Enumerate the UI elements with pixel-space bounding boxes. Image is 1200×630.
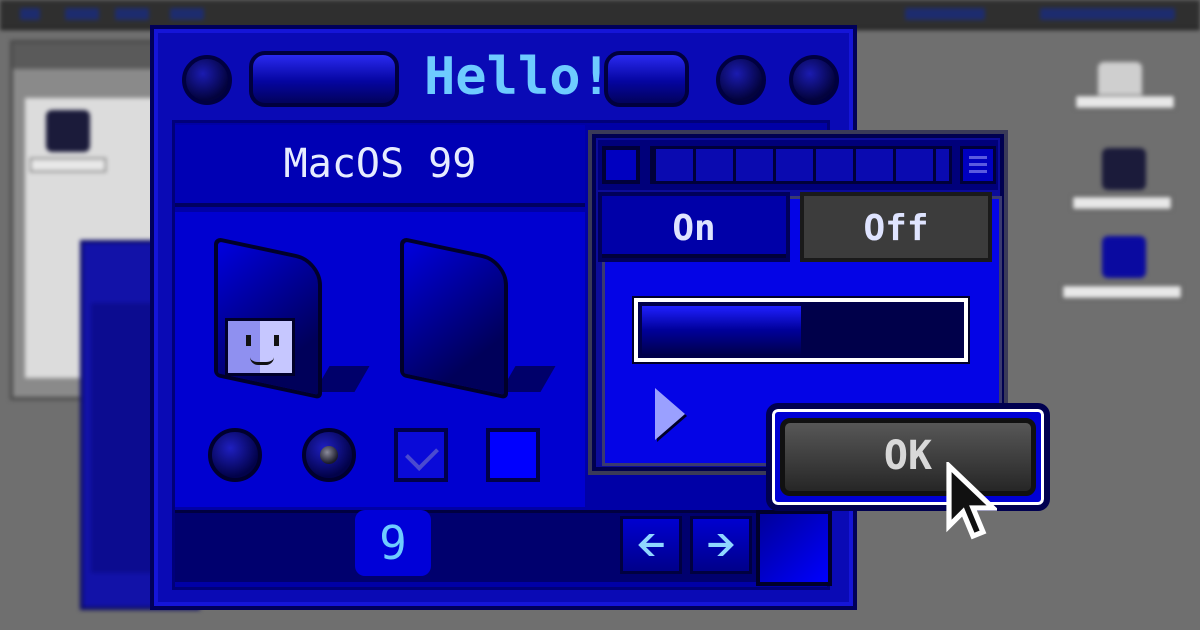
resize-grow-box[interactable] — [756, 510, 832, 586]
window-bottom-bar — [175, 510, 775, 582]
menu-item[interactable] — [170, 8, 204, 20]
titlebar-pill-right — [604, 51, 689, 107]
radio-button-selected[interactable] — [302, 428, 356, 482]
desktop-icon[interactable] — [46, 110, 90, 152]
apple-menu-icon[interactable] — [20, 8, 40, 20]
radio-button-unselected[interactable] — [208, 428, 262, 482]
checkbox-checked[interactable] — [394, 428, 448, 482]
close-box-icon[interactable] — [602, 146, 640, 184]
folder-icon[interactable] — [1102, 236, 1146, 278]
finder-eye — [274, 335, 279, 346]
progress-bar-fill — [642, 306, 801, 354]
finder-face-icon — [225, 318, 295, 376]
radio-dot-icon — [320, 446, 338, 464]
toggle-on-button[interactable]: On — [598, 192, 790, 262]
checkbox-unchecked[interactable] — [486, 428, 540, 482]
window-title: Hello! — [424, 47, 612, 107]
close-box-icon[interactable] — [182, 55, 232, 105]
desktop-icon-label — [1072, 196, 1172, 210]
right-arrow-icon: 🡪 — [707, 525, 735, 565]
desktop-icon-label — [30, 158, 106, 172]
titlebar-stripes — [650, 146, 952, 184]
os-label-bar: MacOS 99 — [175, 125, 585, 207]
progress-bar — [632, 296, 970, 364]
menu-bar-clock — [905, 8, 985, 20]
menu-bar-app-name[interactable] — [1040, 8, 1175, 20]
window-titlebar[interactable]: Hello! — [164, 39, 844, 121]
finder-smile — [250, 357, 274, 365]
folder-icon[interactable] — [1102, 148, 1146, 190]
folder-icon[interactable] — [400, 236, 508, 400]
collapse-box-icon[interactable] — [789, 55, 839, 105]
finder-eye — [246, 335, 251, 346]
desktop-icon-label — [1075, 95, 1175, 109]
menu-item[interactable] — [115, 8, 149, 20]
forward-button[interactable]: 🡪 — [690, 516, 752, 574]
menu-item[interactable] — [65, 8, 99, 20]
titlebar-pill-left — [249, 51, 399, 107]
page-number: 9 — [355, 510, 431, 576]
zoom-box-icon[interactable] — [716, 55, 766, 105]
desktop-icon-label — [1062, 285, 1182, 299]
toggle-off-button[interactable]: Off — [800, 192, 992, 262]
mouse-pointer-icon — [946, 462, 997, 540]
disclosure-triangle-icon[interactable] — [655, 388, 685, 440]
menu-lines-icon[interactable] — [960, 146, 996, 184]
left-arrow-icon: 🡨 — [637, 525, 665, 565]
os-name-label: MacOS 99 — [283, 141, 477, 187]
settings-titlebar[interactable] — [598, 140, 998, 190]
back-button[interactable]: 🡨 — [620, 516, 682, 574]
ok-button[interactable]: OK — [780, 418, 1036, 496]
